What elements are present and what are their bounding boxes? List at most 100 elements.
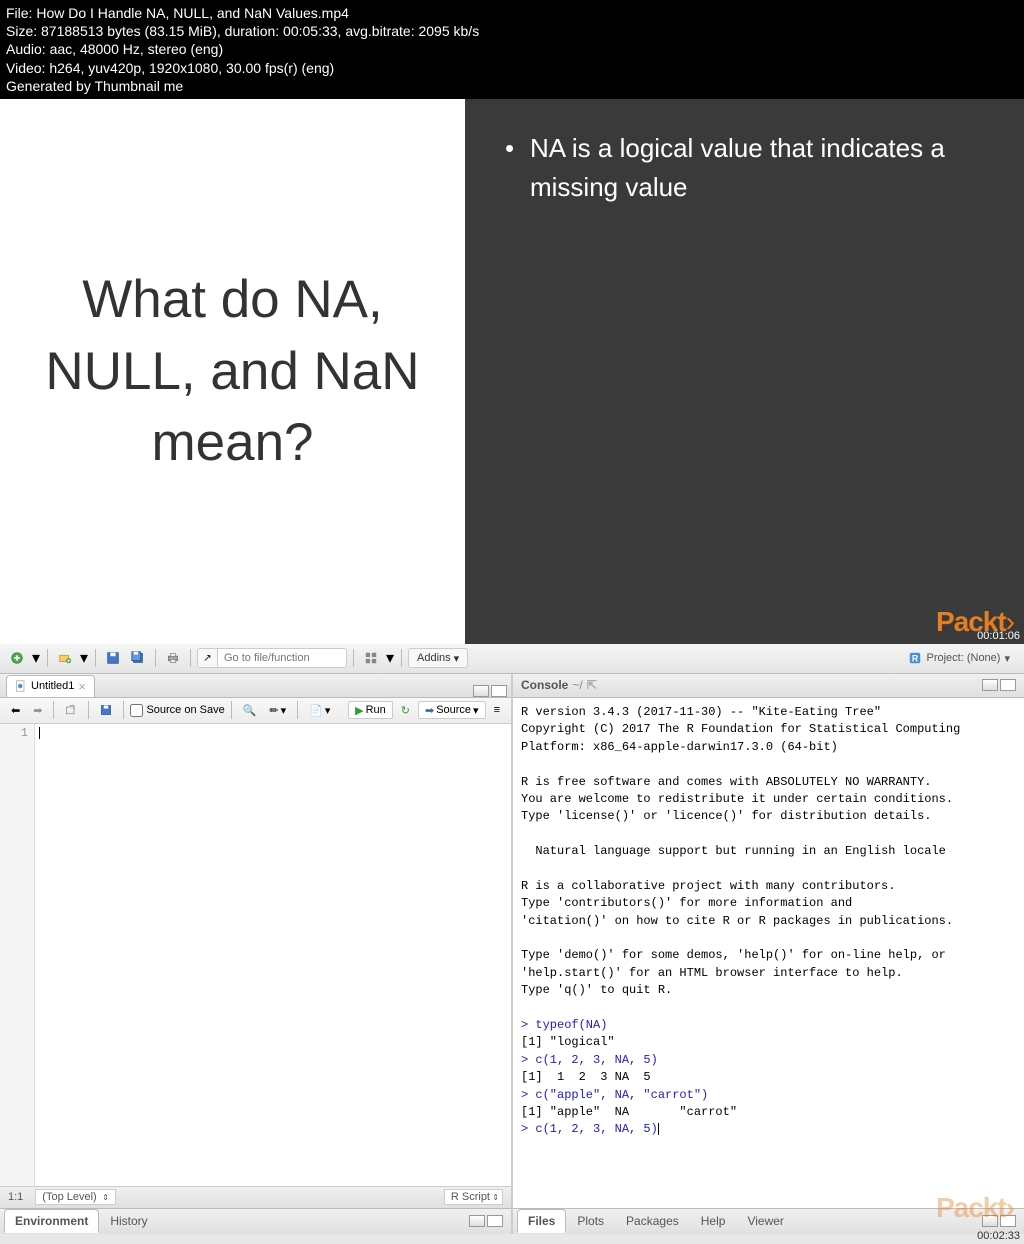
source-status-bar: 1:1 (Top Level) ⇕ R Script⇕	[0, 1186, 511, 1208]
console-title: Console	[521, 678, 568, 692]
new-file-dropdown[interactable]: ▾	[31, 648, 41, 668]
console-window-controls	[982, 679, 1020, 691]
source-pane: Untitled1 × ⬅ ➡ Source on Save 🔍	[0, 674, 511, 1208]
outline-icon: ≡	[494, 704, 500, 716]
outline-button[interactable]: ≡	[489, 701, 505, 719]
source-button[interactable]: ➡Source ▾	[418, 701, 486, 719]
print-button[interactable]	[162, 648, 184, 668]
main-toolbar: ▾ ▾ ↗ ▾ Addins ▾ RProject: (None) ▾	[0, 644, 1024, 674]
scope-selector[interactable]: (Top Level) ⇕	[35, 1189, 115, 1205]
pane-window-controls	[473, 685, 511, 697]
project-icon: R	[908, 651, 922, 665]
chevron-down-icon: ▾	[454, 652, 460, 665]
printer-icon	[166, 651, 180, 665]
file-line: File: How Do I Handle NA, NULL, and NaN …	[6, 4, 1018, 22]
console-cmd-2: > c(1, 2, 3, NA, 5)	[521, 1053, 658, 1067]
console-path: ~/	[572, 678, 582, 692]
code-editor[interactable]: 1	[0, 724, 511, 1186]
save-icon	[100, 703, 112, 717]
project-selector[interactable]: RProject: (None) ▾	[900, 648, 1018, 668]
show-in-new-window-button[interactable]	[60, 701, 82, 719]
console-out-2: [1] 1 2 3 NA 5	[521, 1070, 651, 1084]
line-gutter: 1	[0, 724, 35, 1186]
console-cmd-1: > typeof(NA)	[521, 1018, 607, 1032]
bottom-left-tabs: Environment History	[0, 1208, 513, 1234]
chevron-down-icon: ▾	[1004, 652, 1010, 665]
source-tabs: Untitled1 ×	[0, 674, 511, 698]
source-toolbar: ⬅ ➡ Source on Save 🔍 ✏▾ 📄▾ ▶Run ↻ ➡Sourc…	[0, 698, 511, 724]
goto-search-wrap: ↗	[197, 648, 347, 668]
source-tab-untitled[interactable]: Untitled1 ×	[6, 675, 95, 697]
bl-window-controls	[469, 1215, 507, 1227]
slide-left-panel: What do NA, NULL, and NaN mean?	[0, 99, 465, 644]
media-info-header: File: How Do I Handle NA, NULL, and NaN …	[0, 0, 1024, 99]
console-output[interactable]: R version 3.4.3 (2017-11-30) -- "Kite-Ea…	[513, 698, 1024, 1208]
new-project-button[interactable]	[54, 648, 76, 668]
wand-button[interactable]: ✏▾	[264, 701, 291, 719]
save-icon	[106, 651, 120, 665]
notebook-icon: 📄	[309, 704, 323, 717]
code-text[interactable]	[35, 724, 44, 1186]
goto-go-button[interactable]: ↗	[197, 648, 217, 668]
tools-dropdown[interactable]: ▾	[385, 648, 395, 668]
arrow-left-icon: ⬅	[11, 704, 20, 717]
plots-tab[interactable]: Plots	[566, 1209, 615, 1233]
open-dropdown[interactable]: ▾	[79, 648, 89, 668]
maximize-console-button[interactable]	[1000, 679, 1016, 691]
bl-max-button[interactable]	[487, 1215, 503, 1227]
size-line: Size: 87188513 bytes (83.15 MiB), durati…	[6, 22, 1018, 40]
console-pane: Console ~/ ⇱ R version 3.4.3 (2017-11-30…	[511, 674, 1024, 1208]
save-source-button[interactable]	[95, 701, 117, 719]
back-button[interactable]: ⬅	[6, 701, 25, 719]
console-startup-text: R version 3.4.3 (2017-11-30) -- "Kite-Ea…	[521, 705, 960, 997]
minimize-console-button[interactable]	[982, 679, 998, 691]
r-file-icon	[15, 680, 27, 692]
popout-icon	[65, 703, 77, 717]
addins-button[interactable]: Addins ▾	[408, 648, 468, 668]
help-tab[interactable]: Help	[690, 1209, 737, 1233]
rstudio-panes: Untitled1 × ⬅ ➡ Source on Save 🔍	[0, 674, 1024, 1208]
new-file-icon	[10, 651, 24, 665]
minimize-pane-button[interactable]	[473, 685, 489, 697]
source-on-save-checkbox[interactable]: Source on Save	[130, 704, 224, 717]
rerun-icon: ↻	[401, 704, 410, 717]
console-popout-icon[interactable]: ⇱	[587, 678, 597, 692]
slide-title: What do NA, NULL, and NaN mean?	[30, 264, 435, 479]
run-button[interactable]: ▶Run	[348, 701, 393, 719]
audio-line: Audio: aac, 48000 Hz, stereo (eng)	[6, 40, 1018, 58]
console-cmd-3: > c("apple", NA, "carrot")	[521, 1088, 708, 1102]
forward-button[interactable]: ➡	[28, 701, 47, 719]
source-arrow-icon: ➡	[425, 704, 434, 717]
packt-logo-watermark: Packt›	[936, 1192, 1014, 1224]
history-tab[interactable]: History	[99, 1209, 158, 1233]
presentation-slide: What do NA, NULL, and NaN mean? NA is a …	[0, 99, 1024, 644]
grid-icon	[364, 651, 378, 665]
wand-icon: ✏	[269, 704, 278, 717]
language-selector[interactable]: R Script⇕	[444, 1189, 503, 1205]
search-icon: 🔍	[243, 704, 257, 717]
video-line: Video: h264, yuv420p, 1920x1080, 30.00 f…	[6, 59, 1018, 77]
console-cmd-4: > c(1, 2, 3, NA, 5)	[521, 1122, 658, 1136]
rerun-button[interactable]: ↻	[396, 701, 415, 719]
compile-report-button[interactable]: 📄▾	[304, 701, 335, 719]
tab-label: Untitled1	[31, 680, 74, 692]
save-button[interactable]	[102, 648, 124, 668]
find-button[interactable]: 🔍	[238, 701, 262, 719]
files-tab[interactable]: Files	[517, 1209, 566, 1233]
save-all-button[interactable]	[127, 648, 149, 668]
slide-bullet-1: NA is a logical value that indicates a m…	[495, 129, 994, 207]
generator-line: Generated by Thumbnail me	[6, 77, 1018, 95]
goto-file-input[interactable]	[217, 648, 347, 668]
slide-right-panel: NA is a logical value that indicates a m…	[465, 99, 1024, 644]
run-arrow-icon: ▶	[355, 704, 363, 717]
environment-tab[interactable]: Environment	[4, 1209, 99, 1233]
packages-tab[interactable]: Packages	[615, 1209, 690, 1233]
maximize-pane-button[interactable]	[491, 685, 507, 697]
viewer-tab[interactable]: Viewer	[736, 1209, 794, 1233]
bottom-panels: Environment History Files Plots Packages…	[0, 1208, 1024, 1234]
close-tab-button[interactable]: ×	[78, 679, 86, 694]
new-file-button[interactable]	[6, 648, 28, 668]
timestamp-2: 00:02:33	[977, 1230, 1020, 1242]
tools-button[interactable]	[360, 648, 382, 668]
bl-min-button[interactable]	[469, 1215, 485, 1227]
